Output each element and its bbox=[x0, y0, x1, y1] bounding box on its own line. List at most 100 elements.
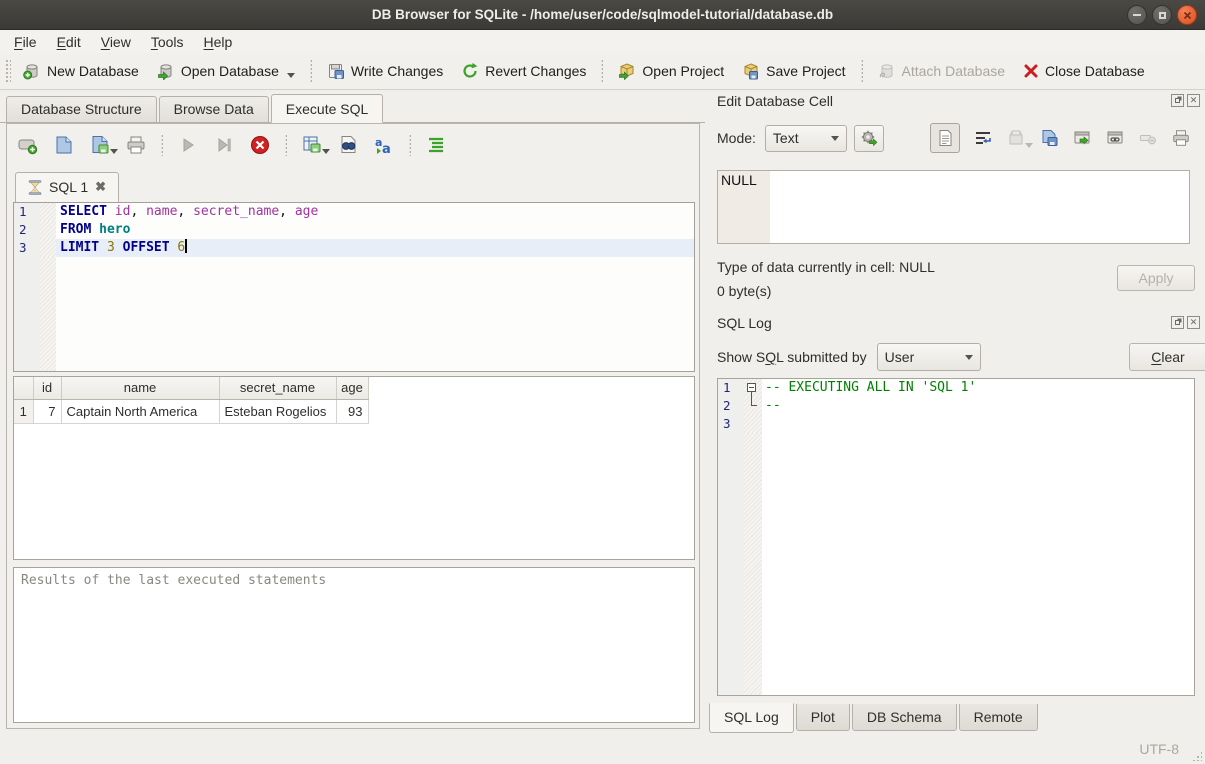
tab-close-icon[interactable]: ✖ bbox=[95, 179, 106, 195]
log-line: 1 -- EXECUTING ALL IN 'SQL 1' bbox=[718, 379, 1194, 397]
float-dock-button[interactable] bbox=[1171, 316, 1184, 329]
save-project-icon bbox=[742, 62, 760, 80]
log-source-value: User bbox=[885, 349, 915, 365]
results-message-box[interactable]: Results of the last executed statements bbox=[13, 567, 695, 723]
tab-db-schema[interactable]: DB Schema bbox=[852, 704, 957, 731]
editor-line-current: 3 LIMIT 3 OFFSET 6 bbox=[14, 239, 694, 257]
close-button[interactable] bbox=[1177, 5, 1197, 25]
execute-all-icon bbox=[177, 134, 199, 156]
auto-complete-icon[interactable]: aa bbox=[373, 134, 395, 156]
print-icon[interactable] bbox=[125, 134, 147, 156]
tab-remote[interactable]: Remote bbox=[959, 704, 1038, 731]
print-cell-icon[interactable] bbox=[1171, 128, 1191, 148]
import-cell-icon bbox=[1006, 128, 1026, 148]
chevron-down-icon[interactable] bbox=[110, 149, 118, 154]
menu-file[interactable]: File bbox=[4, 32, 47, 52]
close-icon bbox=[1183, 11, 1192, 20]
export-cell-icon[interactable] bbox=[1039, 128, 1059, 148]
save-project-button[interactable]: Save Project bbox=[733, 57, 854, 85]
toolbar-separator bbox=[310, 59, 312, 83]
column-header[interactable]: secret_name bbox=[219, 377, 336, 399]
fold-collapse-icon[interactable] bbox=[747, 383, 756, 392]
column-header[interactable]: name bbox=[61, 377, 219, 399]
editor-empty-area bbox=[14, 257, 694, 372]
main-tabbar: Database Structure Browse Data Execute S… bbox=[0, 96, 705, 123]
sql-log-editor[interactable]: 1 -- EXECUTING ALL IN 'SQL 1' 2 -- 3 bbox=[717, 378, 1195, 696]
find-icon[interactable] bbox=[337, 134, 359, 156]
close-database-button[interactable]: Close Database bbox=[1014, 58, 1154, 84]
window-title: DB Browser for SQLite - /home/user/code/… bbox=[372, 7, 833, 22]
chevron-down-icon[interactable] bbox=[322, 149, 330, 154]
fold-margin bbox=[40, 239, 56, 257]
results-header-row: id name secret_name age bbox=[14, 377, 368, 399]
log-line: 2 -- bbox=[718, 397, 1194, 415]
toolbar-separator bbox=[161, 134, 163, 156]
menubar: File Edit View Tools Help bbox=[0, 30, 1205, 53]
new-tab-icon[interactable] bbox=[17, 134, 39, 156]
sql-editor[interactable]: 1 SELECT id, name, secret_name, age 2 FR… bbox=[13, 202, 695, 372]
editor-line: 2 FROM hero bbox=[14, 221, 694, 239]
stop-icon[interactable] bbox=[249, 134, 271, 156]
write-changes-button[interactable]: Write Changes bbox=[318, 57, 452, 85]
menu-view[interactable]: View bbox=[91, 32, 141, 52]
menu-tools[interactable]: Tools bbox=[141, 32, 194, 52]
cell-type-info: Type of data currently in cell: NULL bbox=[717, 259, 935, 275]
cell-size-info: 0 byte(s) bbox=[717, 283, 771, 299]
menu-help[interactable]: Help bbox=[194, 32, 243, 52]
gear-import-icon bbox=[860, 129, 878, 147]
open-project-button[interactable]: Open Project bbox=[609, 57, 733, 85]
open-sql-file-icon[interactable] bbox=[53, 134, 75, 156]
column-header[interactable]: id bbox=[33, 377, 61, 399]
cell-secret-name[interactable]: Esteban Rogelios bbox=[219, 399, 336, 423]
write-changes-icon bbox=[327, 62, 345, 80]
export-window-icon[interactable] bbox=[1072, 128, 1092, 148]
close-dock-button[interactable]: ✕ bbox=[1187, 316, 1200, 329]
cell-value-editor[interactable]: NULL bbox=[717, 170, 1190, 244]
column-header[interactable]: age bbox=[336, 377, 368, 399]
float-dock-button[interactable] bbox=[1171, 94, 1184, 107]
code-line: SELECT id, name, secret_name, age bbox=[56, 203, 694, 221]
dock-tabbar: SQL Log Plot DB Schema Remote bbox=[709, 704, 1040, 734]
tab-database-structure[interactable]: Database Structure bbox=[6, 96, 157, 122]
save-results-icon[interactable] bbox=[301, 134, 323, 156]
titlebar[interactable]: DB Browser for SQLite - /home/user/code/… bbox=[0, 0, 1205, 30]
clear-button[interactable]: Clear bbox=[1129, 343, 1205, 371]
format-icon[interactable] bbox=[425, 134, 447, 156]
tab-sql-log[interactable]: SQL Log bbox=[709, 703, 794, 733]
new-database-button[interactable]: New Database bbox=[14, 57, 148, 85]
mode-row: Mode: Text bbox=[717, 123, 1199, 153]
cell-id[interactable]: 7 bbox=[33, 399, 61, 423]
line-number: 2 bbox=[14, 221, 40, 239]
tab-browse-data[interactable]: Browse Data bbox=[159, 96, 269, 122]
maximize-button[interactable] bbox=[1152, 5, 1172, 25]
sql-tab[interactable]: SQL 1 ✖ bbox=[15, 172, 119, 202]
link-window-icon[interactable] bbox=[1105, 128, 1125, 148]
statusbar: UTF-8 bbox=[0, 734, 1205, 764]
table-row[interactable]: 1 7 Captain North America Esteban Rogeli… bbox=[14, 399, 368, 423]
menu-edit[interactable]: Edit bbox=[47, 32, 91, 52]
word-wrap-icon[interactable] bbox=[973, 128, 993, 148]
mode-select[interactable]: Text bbox=[765, 125, 847, 152]
minimize-button[interactable] bbox=[1127, 5, 1147, 25]
save-sql-file-icon[interactable] bbox=[89, 134, 111, 156]
encoding-indicator[interactable]: UTF-8 bbox=[1139, 741, 1179, 757]
cell-age[interactable]: 93 bbox=[336, 399, 368, 423]
float-icon bbox=[1175, 98, 1180, 103]
close-dock-button[interactable]: ✕ bbox=[1187, 94, 1200, 107]
resize-grip[interactable] bbox=[1192, 751, 1202, 761]
log-source-select[interactable]: User bbox=[877, 343, 981, 371]
close-database-icon bbox=[1023, 63, 1039, 79]
toolbar-separator bbox=[285, 134, 287, 156]
tab-execute-sql[interactable]: Execute SQL bbox=[271, 94, 384, 123]
cell-name[interactable]: Captain North America bbox=[61, 399, 219, 423]
sql-tab-label: SQL 1 bbox=[49, 179, 88, 195]
import-settings-button[interactable] bbox=[854, 125, 884, 152]
results-grid[interactable]: id name secret_name age 1 7 Captain Nort… bbox=[13, 376, 695, 560]
chevron-down-icon[interactable] bbox=[287, 73, 295, 78]
open-database-button[interactable]: Open Database bbox=[148, 57, 304, 85]
revert-changes-button[interactable]: Revert Changes bbox=[452, 57, 595, 85]
tab-plot[interactable]: Plot bbox=[796, 704, 850, 731]
text-mode-icon[interactable] bbox=[930, 123, 960, 153]
code-line: LIMIT 3 OFFSET 6 bbox=[56, 239, 694, 257]
fold-margin bbox=[40, 221, 56, 239]
